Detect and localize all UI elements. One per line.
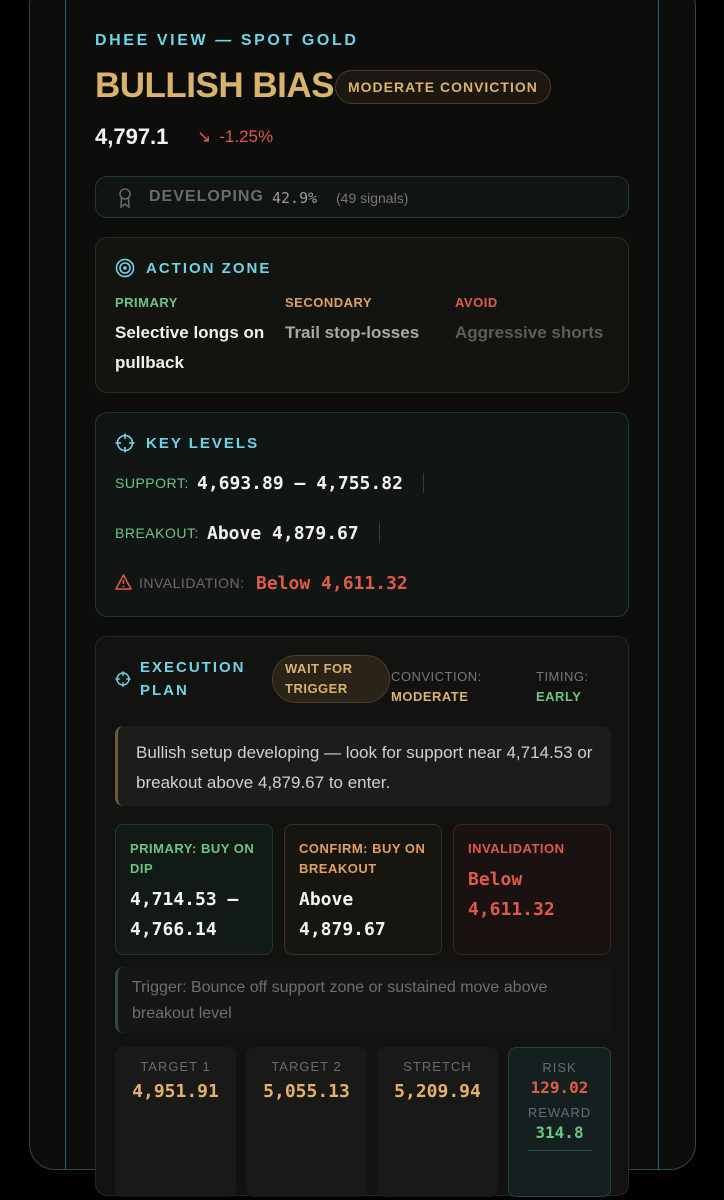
support-label: SUPPORT: — [115, 475, 189, 491]
right-guide-line — [658, 0, 659, 1170]
signal-count: (49 signals) — [336, 190, 409, 206]
price-change-value: -1.25% — [219, 127, 274, 146]
avoid-label: AVOID — [455, 295, 498, 310]
divider — [423, 473, 424, 493]
breakout-label: BREAKOUT: — [115, 525, 199, 541]
status-card: DEVELOPING 42.9% (49 signals) — [95, 176, 629, 218]
secondary-label: SECONDARY — [285, 295, 373, 310]
price-change: ↘ -1.25% — [197, 127, 273, 147]
action-zone-title: ACTION ZONE — [146, 260, 272, 277]
action-zone-card: ACTION ZONE PRIMARY Selective longs on p… — [95, 237, 629, 393]
breakout-value: Above 4,879.67 — [207, 523, 359, 544]
timing-label: TIMING: — [536, 669, 589, 684]
stretch-label: STRETCH — [403, 1059, 472, 1074]
avoid-text: Aggressive shorts — [455, 323, 604, 342]
trigger-note: Trigger: Bounce off support zone or sust… — [115, 967, 611, 1033]
award-ribbon-icon — [118, 187, 132, 209]
conviction-value: MODERATE — [391, 689, 469, 704]
risk-label: RISK — [542, 1060, 577, 1075]
timing-value: EARLY — [536, 689, 582, 704]
arrow-down-right-icon: ↘ — [197, 127, 212, 146]
execution-plan-card: EXECUTION PLAN WAIT FOR TRIGGER CONVICTI… — [95, 636, 629, 1197]
support-value: 4,693.89 — 4,755.82 — [197, 473, 403, 494]
primary-label: PRIMARY — [115, 295, 178, 310]
target-2-box: TARGET 2 5,055.13 — [246, 1047, 367, 1197]
invalidation-box-value: Below 4,611.32 — [468, 869, 555, 920]
plan-summary: Bullish setup developing — look for supp… — [115, 726, 611, 806]
target-1-box: TARGET 1 4,951.91 — [115, 1047, 236, 1197]
left-guide-line — [65, 0, 66, 1170]
execution-title-line2: PLAN — [140, 682, 189, 699]
confirm-entry-value: Above 4,879.67 — [299, 889, 386, 940]
invalidation-label: INVALIDATION: — [139, 575, 245, 591]
primary-entry-label: PRIMARY: BUY ON DIP — [130, 841, 255, 876]
target-icon — [115, 258, 135, 283]
spot-price: 4,797.1 — [95, 124, 169, 149]
warning-triangle-icon — [115, 574, 132, 595]
invalidation-box-label: INVALIDATION — [468, 841, 565, 856]
conviction-badge: MODERATE CONVICTION — [335, 70, 551, 104]
bias-title: BULLISH BIAS — [95, 66, 335, 105]
key-levels-card: KEY LEVELS SUPPORT: 4,693.89 — 4,755.82 … — [95, 412, 629, 617]
key-levels-title: KEY LEVELS — [146, 435, 260, 452]
execution-title-line1: EXECUTION — [140, 659, 246, 676]
conviction-label: CONVICTION: — [391, 669, 482, 684]
wait-for-trigger-badge: WAIT FOR TRIGGER — [272, 655, 390, 703]
divider — [527, 1150, 592, 1151]
secondary-text: Trail stop-losses — [285, 323, 420, 342]
confirm-entry-box: CONFIRM: BUY ON BREAKOUT Above 4,879.67 — [284, 824, 442, 955]
confirm-entry-label: CONFIRM: BUY ON BREAKOUT — [299, 841, 426, 876]
target-2-value: 5,055.13 — [263, 1081, 350, 1102]
invalidation-value: Below 4,611.32 — [256, 573, 408, 594]
view-eyebrow: DHEE VIEW — SPOT GOLD — [95, 32, 359, 49]
stretch-value: 5,209.94 — [394, 1081, 481, 1102]
reward-value: 314.8 — [535, 1123, 584, 1142]
primary-text: Selective longs on pullback — [115, 323, 265, 372]
target-2-label: TARGET 2 — [271, 1059, 342, 1074]
target-1-value: 4,951.91 — [132, 1081, 219, 1102]
divider — [379, 523, 380, 543]
status-label: DEVELOPING — [149, 188, 264, 205]
reward-label: REWARD — [527, 1105, 592, 1120]
risk-reward-box: RISK 129.02 REWARD 314.8 — [508, 1047, 611, 1197]
crosshair-icon — [115, 433, 135, 458]
target-1-label: TARGET 1 — [140, 1059, 211, 1074]
risk-value: 129.02 — [530, 1078, 589, 1097]
primary-entry-value: 4,714.53 — 4,766.14 — [130, 889, 239, 940]
status-percent: 42.9% — [272, 189, 318, 207]
crosshair-icon — [115, 671, 131, 692]
invalidation-box: INVALIDATION Below 4,611.32 — [453, 824, 611, 955]
stretch-target-box: STRETCH 5,209.94 — [377, 1047, 498, 1197]
primary-entry-box: PRIMARY: BUY ON DIP 4,714.53 — 4,766.14 — [115, 824, 273, 955]
